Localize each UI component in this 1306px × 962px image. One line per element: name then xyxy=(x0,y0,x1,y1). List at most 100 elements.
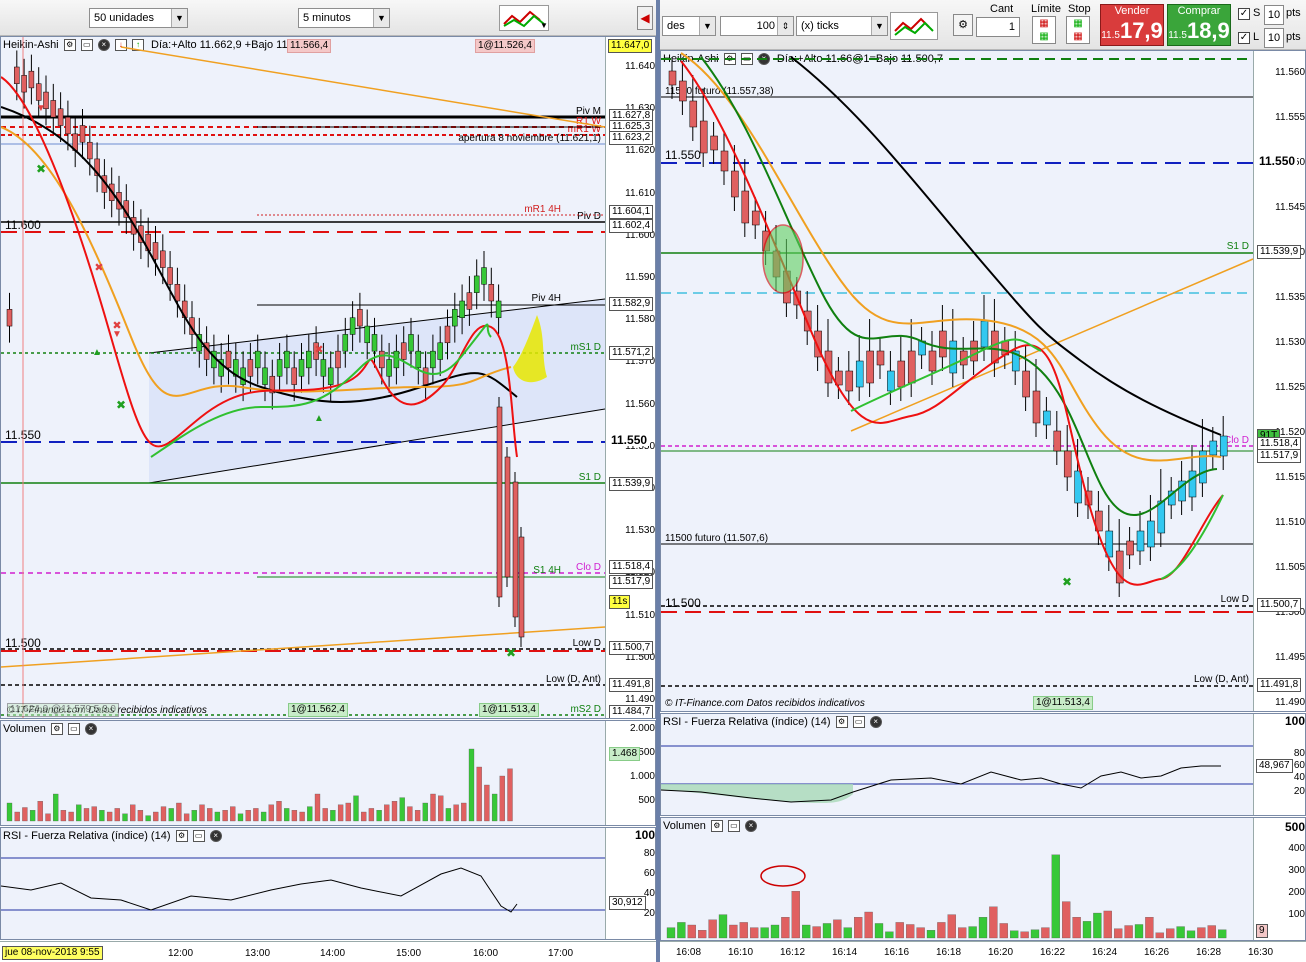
qty-stepper[interactable]: 100 ⇕ xyxy=(720,16,794,36)
cant-field[interactable]: 1 xyxy=(976,17,1020,37)
candle xyxy=(1147,520,1155,548)
price-tag: 11.539,9 xyxy=(609,477,654,491)
time-label: 16:00 xyxy=(473,948,499,959)
price-tag: 11.500,7 xyxy=(609,641,654,655)
volume-bar xyxy=(1207,925,1216,939)
candle xyxy=(327,367,334,385)
s-checkbox[interactable]: ✓ xyxy=(1238,8,1250,20)
price-tag: 11.550 xyxy=(609,433,650,447)
volume-bar xyxy=(68,811,74,822)
rsi-tag: 48,967 xyxy=(1256,759,1293,773)
volume-bar xyxy=(222,810,228,822)
units-select-right[interactable]: des ▼ xyxy=(662,16,716,36)
right-price-chart[interactable]: Heikin-Ashi ⚙ ▭ × Día:+Alto 11.66@1=Bajo… xyxy=(660,50,1306,712)
candle xyxy=(167,267,173,285)
price-tag: 11.518,4 xyxy=(609,560,654,574)
right-rsi-pane[interactable]: RSI - Fuerza Relativa (índice) (14) ⚙ ▭ … xyxy=(660,713,1306,816)
candle xyxy=(28,70,35,89)
buy-price-big: 18,9 xyxy=(1186,18,1230,43)
candle xyxy=(679,80,687,102)
candle xyxy=(452,309,458,327)
volume-bar xyxy=(468,748,475,822)
wrench-icon: ⚙ xyxy=(958,19,968,31)
time-label: 16:12 xyxy=(780,947,806,958)
left-volume-pane[interactable]: Volumen ⚙ ▭ × 2.000 1.500 1.000 500 1.46… xyxy=(0,720,656,826)
right-volume-pane[interactable]: Volumen ⚙ ▭ × 500 400 300 200 100 9 xyxy=(660,817,1306,941)
level-label: Low D xyxy=(573,638,601,649)
volume-bar xyxy=(507,768,513,822)
volume-bar xyxy=(407,806,413,822)
left-volume-canvas xyxy=(6,748,513,822)
rsi-axis-label: 20 xyxy=(1293,786,1305,797)
chart-type-button[interactable]: ▼ xyxy=(499,5,549,31)
time-label: 12:00 xyxy=(168,948,194,959)
candle xyxy=(444,325,451,344)
chart-type-button-right[interactable] xyxy=(890,12,938,40)
limite-button[interactable]: ▦ ▦ xyxy=(1032,16,1056,44)
candle xyxy=(496,406,503,598)
volume-bar xyxy=(666,927,676,939)
buy-button[interactable]: Comprar 11.518,9 xyxy=(1167,4,1231,46)
price-axis-label: 11.525 xyxy=(1275,382,1305,393)
volume-bar xyxy=(361,811,367,822)
volume-bar xyxy=(430,793,436,822)
stop-button[interactable]: ▦ ▦ xyxy=(1066,16,1090,44)
level-label: Low D xyxy=(1221,594,1249,605)
candle xyxy=(897,360,906,388)
volume-bar xyxy=(1134,924,1144,939)
scroll-arrow[interactable]: ◀ xyxy=(637,6,653,30)
volume-bar xyxy=(750,927,759,939)
highlight-ellipse xyxy=(762,224,804,294)
volume-bar xyxy=(145,815,151,822)
volume-bar xyxy=(833,919,842,939)
bottom-tag-left: 11.624,0 @11.579,5 3,0 xyxy=(7,703,119,717)
left-rsi-pane[interactable]: RSI - Fuerza Relativa (índice) (14) ⚙ ▭ … xyxy=(0,827,656,940)
l-field[interactable]: 10 xyxy=(1264,28,1284,48)
signal-marker: ✖ xyxy=(1062,575,1072,589)
chevron-down-icon: ▼ xyxy=(373,9,389,27)
units-select[interactable]: 50 unidades ▼ xyxy=(89,8,188,28)
time-label: 16:24 xyxy=(1092,947,1118,958)
candle xyxy=(400,342,407,360)
left-price-chart[interactable]: Heikin-Ashi ⚙ ▭ × ↓ ↑ Día:+Alto 11.662,9… xyxy=(0,36,656,719)
candle xyxy=(437,342,443,360)
candle xyxy=(720,150,729,172)
timeframe-select[interactable]: 5 minutos ▼ xyxy=(298,8,390,28)
buy-price: 11.518,9 xyxy=(1168,18,1230,49)
right-price-axis: 11.56011.55511.55011.54511.54011.53511.5… xyxy=(1253,51,1305,711)
candle xyxy=(689,100,698,128)
l-checkbox[interactable]: ✓ xyxy=(1238,32,1250,44)
volume-bar xyxy=(438,795,444,822)
chart-type-icon xyxy=(894,17,934,36)
volume-bar xyxy=(245,810,251,822)
candle xyxy=(371,334,378,352)
candle xyxy=(1032,390,1041,424)
level-label: Low (D, Ant) xyxy=(1194,674,1249,685)
candle xyxy=(240,367,246,385)
ticks-select[interactable]: (x) ticks ▼ xyxy=(796,16,888,36)
stepper-icon[interactable]: ⇕ xyxy=(777,17,793,35)
left-volume-axis: 2.000 1.500 1.000 500 1.468 xyxy=(605,721,655,825)
candle xyxy=(1209,440,1218,456)
rsi-axis-label: 60 xyxy=(643,868,655,879)
time-label: 16:20 xyxy=(988,947,1014,958)
sell-button[interactable]: Vender 11.517,9 xyxy=(1100,4,1164,46)
price-axis-label: 11.490 xyxy=(625,694,655,705)
volume-bar xyxy=(687,924,696,939)
volume-bar xyxy=(168,808,174,822)
volume-bar xyxy=(1186,930,1196,939)
vol-axis-label: 2.000 xyxy=(629,723,655,734)
candle xyxy=(35,83,42,101)
settings-button[interactable]: ⚙ xyxy=(953,14,973,36)
volume-tag: 9 xyxy=(1256,924,1268,938)
candle xyxy=(1022,370,1030,398)
volume-bar xyxy=(253,808,259,822)
volume-bar xyxy=(968,926,977,939)
volume-bar xyxy=(491,793,498,822)
level-label: S1 4H xyxy=(533,565,561,576)
price-tag: 11.500,7 xyxy=(1257,598,1302,612)
candle xyxy=(1043,410,1051,426)
candle xyxy=(349,317,356,335)
s-field[interactable]: 10 xyxy=(1264,5,1284,25)
candle xyxy=(668,70,677,86)
